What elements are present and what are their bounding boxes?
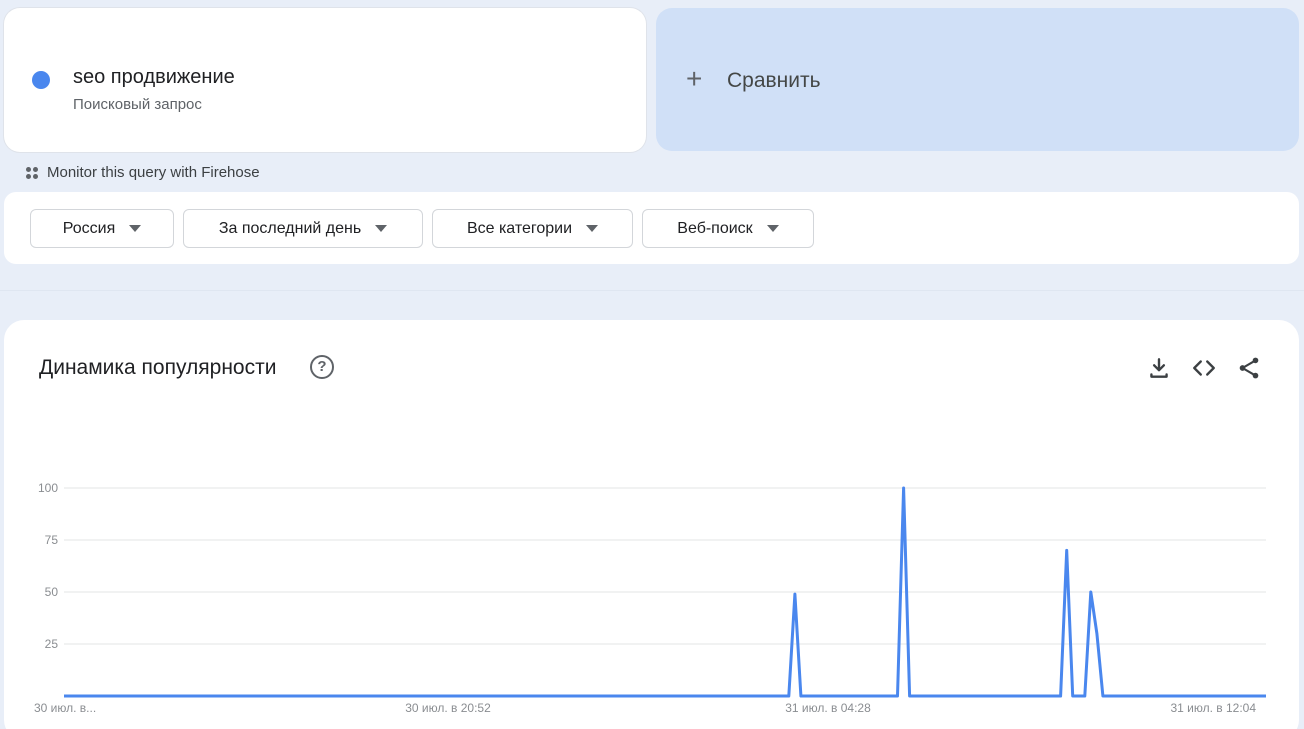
caret-down-icon bbox=[586, 225, 599, 232]
compare-button[interactable]: + Сравнить bbox=[656, 8, 1299, 151]
filter-panel: Россия За последний день Все категории В… bbox=[4, 192, 1299, 264]
search-term-title[interactable]: seo продвижение bbox=[73, 66, 235, 89]
x-tick-label: 30 июл. в 20:52 bbox=[405, 701, 491, 715]
search-term-card[interactable]: seo продвижение Поисковый запрос bbox=[4, 8, 646, 152]
y-tick-label: 100 bbox=[38, 481, 58, 495]
firehose-link[interactable]: Monitor this query with Firehose bbox=[26, 164, 260, 181]
plus-icon: + bbox=[686, 63, 703, 94]
x-tick-label: 30 июл. в... bbox=[34, 701, 96, 715]
x-tick-label: 31 июл. в 04:28 bbox=[785, 701, 871, 715]
region-dropdown[interactable]: Россия bbox=[30, 209, 174, 248]
firehose-label: Monitor this query with Firehose bbox=[47, 164, 260, 181]
time-range-dropdown-label: За последний день bbox=[218, 219, 362, 237]
time-range-dropdown[interactable]: За последний день bbox=[183, 209, 423, 248]
trend-chart: 25 50 75 100 30 июл. в... 30 июл. в 20:52 31 и… bbox=[34, 481, 1266, 715]
term-color-dot bbox=[32, 71, 50, 89]
category-dropdown-label: Все категории bbox=[466, 219, 573, 237]
search-term-subtitle: Поисковый запрос bbox=[73, 96, 202, 113]
y-tick-label: 50 bbox=[45, 585, 59, 599]
firehose-icon bbox=[26, 166, 38, 179]
region-dropdown-label: Россия bbox=[62, 219, 116, 237]
caret-down-icon bbox=[129, 225, 142, 232]
search-type-dropdown-label: Веб-поиск bbox=[677, 219, 753, 237]
y-tick-label: 25 bbox=[45, 637, 59, 651]
y-tick-label: 75 bbox=[45, 533, 59, 547]
caret-down-icon bbox=[375, 225, 388, 232]
interest-over-time-card: Динамика популярности ? 25 50 75 100 30 июл.… bbox=[4, 320, 1299, 729]
search-type-dropdown[interactable]: Веб-поиск bbox=[642, 209, 814, 248]
x-tick-label: 31 июл. в 12:04 bbox=[1170, 701, 1256, 715]
compare-label: Сравнить bbox=[727, 69, 821, 92]
section-divider bbox=[0, 290, 1304, 291]
category-dropdown[interactable]: Все категории bbox=[432, 209, 633, 248]
caret-down-icon bbox=[766, 225, 779, 232]
